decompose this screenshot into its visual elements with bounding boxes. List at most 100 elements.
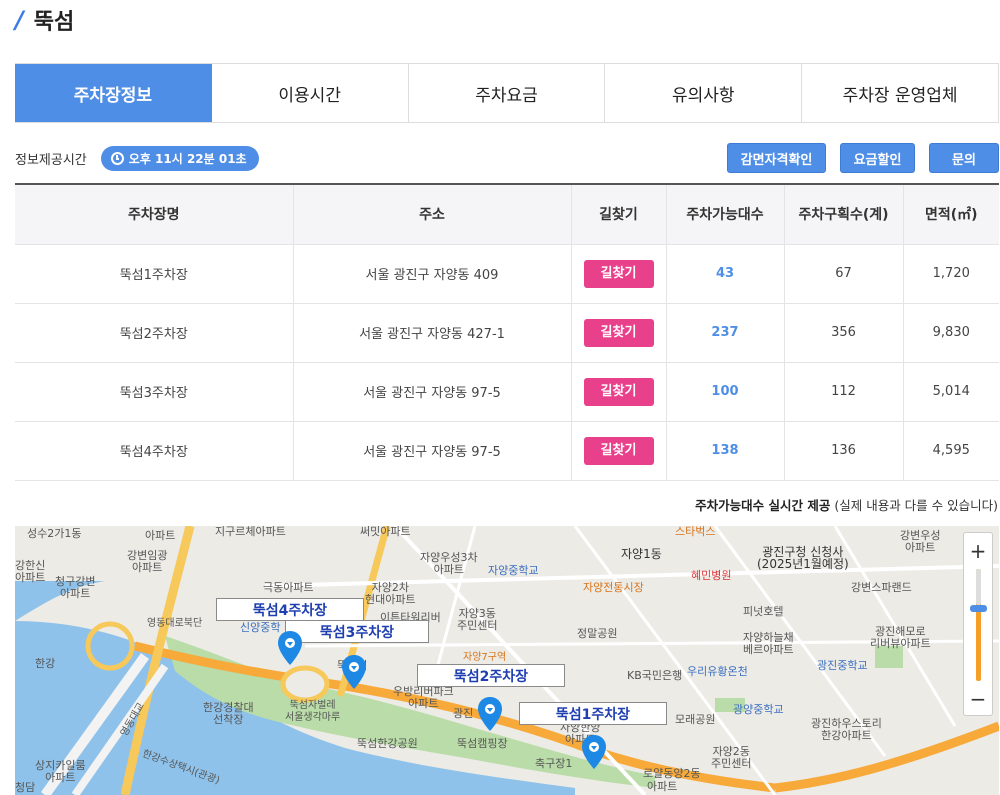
cell-spaces: 67 xyxy=(784,244,904,304)
map-label: 스타벅스 xyxy=(675,526,716,538)
header-name: 주차장명 xyxy=(15,184,294,245)
cell-directions: 길찾기 xyxy=(571,362,667,422)
map-label: 아파트 xyxy=(647,780,678,793)
tab-operator[interactable]: 주차장 운영업체 xyxy=(802,64,999,122)
header-area: 면적(㎡) xyxy=(903,184,999,245)
map-label: 광진하우스토리 한강아파트 xyxy=(811,717,882,742)
map-label: 정말공원 xyxy=(577,627,618,640)
map-label: 자양중학교 xyxy=(488,564,539,577)
cell-address: 서울 광진구 자양동 427-1 xyxy=(293,303,572,363)
cell-spaces: 356 xyxy=(784,303,904,363)
parking4-pin-icon[interactable] xyxy=(277,630,303,666)
map-label: 자양2차 현대아파트 xyxy=(365,581,416,606)
map-label: 영동대로북단 xyxy=(147,618,203,629)
parking3-callout[interactable]: 뚝섬3주차장 xyxy=(285,620,429,643)
map-label: 강한신 아파트 xyxy=(15,559,46,584)
zoom-track-upper xyxy=(976,569,981,605)
action-buttons: 감면자격확인 요금할인 문의 xyxy=(727,143,999,173)
map-label: 혜민병원 xyxy=(691,569,732,582)
zoom-control: + − xyxy=(963,532,993,716)
map-label: 로얄동양2동 xyxy=(643,767,701,780)
tab-parking-info[interactable]: 주차장정보 xyxy=(15,64,212,122)
title-slash-icon: / xyxy=(15,6,24,34)
cell-available: 100 xyxy=(666,362,785,422)
map-label: 뚝섬캠핑장 xyxy=(457,737,508,750)
cell-area: 4,595 xyxy=(903,421,999,481)
map-label: 뚝섬한강공원 xyxy=(357,737,418,750)
parking1-pin-icon[interactable] xyxy=(581,734,607,770)
map-label: 뚝섬자벌레 서울생각마루 xyxy=(285,700,341,723)
parking2-callout[interactable]: 뚝섬2주차장 xyxy=(417,664,565,687)
map-label: 강변임광 아파트 xyxy=(127,549,168,574)
table-row: 뚝섬4주차장 서울 광진구 자양동 97-5 길찾기 138 136 4,595 xyxy=(15,421,999,481)
page-header: / 뚝섬 xyxy=(15,4,74,36)
cell-area: 5,014 xyxy=(903,362,999,422)
cell-area: 9,830 xyxy=(903,303,999,363)
map-label: 한강경찰대 선착장 xyxy=(203,701,254,726)
zoom-in-button[interactable]: + xyxy=(964,537,992,565)
tab-fees[interactable]: 주차요금 xyxy=(408,64,606,122)
fee-discount-button[interactable]: 요금할인 xyxy=(840,143,915,173)
directions-button[interactable]: 길찾기 xyxy=(583,259,654,288)
map-label: 아파트 xyxy=(145,529,176,542)
map-label: 자양2동 주민센터 xyxy=(711,745,752,770)
directions-button[interactable]: 길찾기 xyxy=(583,436,654,465)
cell-name: 뚝섬1주차장 xyxy=(15,244,294,304)
realtime-note-rest: (실제 내용과 다를 수 있습니다) xyxy=(830,498,998,513)
header-directions: 길찾기 xyxy=(571,184,667,245)
cell-address: 서울 광진구 자양동 97-5 xyxy=(293,421,572,481)
map-label: 자양7구역 xyxy=(463,652,507,663)
cell-name: 뚝섬4주차장 xyxy=(15,421,294,481)
realtime-note-bold: 주차가능대수 실시간 제공 xyxy=(695,498,831,513)
parking3-pin-icon[interactable] xyxy=(341,654,367,690)
map-view[interactable]: 성수2가1동 강변임광 아파트 강한신 아파트 청구강변 아파트 극동아파트 자… xyxy=(15,526,999,795)
map-label: 자양1동 xyxy=(621,547,662,561)
map-label: 강변스파랜드 xyxy=(851,581,912,594)
header-spaces: 주차구획수(계) xyxy=(784,184,904,245)
cell-directions: 길찾기 xyxy=(571,303,667,363)
parking4-callout[interactable]: 뚝섬4주차장 xyxy=(216,598,364,621)
directions-button[interactable]: 길찾기 xyxy=(583,318,654,347)
table-row: 뚝섬3주차장 서울 광진구 자양동 97-5 길찾기 100 112 5,014 xyxy=(15,362,999,422)
eligibility-check-button[interactable]: 감면자격확인 xyxy=(727,143,826,173)
map-label: 축구장1 xyxy=(535,757,573,770)
info-time-value: 오후 11시 22분 01초 xyxy=(128,151,247,166)
parking-table: 주차장명 주소 길찾기 주차가능대수 주차구획수(계) 면적(㎡) 뚝섬1주차장… xyxy=(15,183,999,481)
cell-available: 237 xyxy=(666,303,785,363)
cell-directions: 길찾기 xyxy=(571,421,667,481)
parking2-pin-icon[interactable] xyxy=(477,696,503,732)
map-label: 모래공원 xyxy=(675,713,716,726)
page-title: 뚝섬 xyxy=(33,10,75,35)
zoom-slider-handle[interactable] xyxy=(970,605,987,612)
map-label: 써밋아파트 xyxy=(360,526,411,538)
clock-icon xyxy=(110,151,124,165)
table-row: 뚝섬1주차장 서울 광진구 자양동 409 길찾기 43 67 1,720 xyxy=(15,244,999,304)
cell-name: 뚝섬3주차장 xyxy=(15,362,294,422)
tab-hours[interactable]: 이용시간 xyxy=(211,64,409,122)
map-label: 광진중학교 xyxy=(817,659,868,672)
table-row: 뚝섬2주차장 서울 광진구 자양동 427-1 길찾기 237 356 9,83… xyxy=(15,303,999,363)
cell-address: 서울 광진구 자양동 409 xyxy=(293,244,572,304)
map-label: 청담 xyxy=(15,781,36,794)
tab-notices[interactable]: 유의사항 xyxy=(605,64,803,122)
cell-address: 서울 광진구 자양동 97-5 xyxy=(293,362,572,422)
map-label: 우리유황온천 xyxy=(687,665,748,678)
directions-button[interactable]: 길찾기 xyxy=(583,377,654,406)
zoom-out-button[interactable]: − xyxy=(964,685,992,713)
map-label: 우방리버파크 아파트 xyxy=(393,685,454,710)
header-available: 주차가능대수 xyxy=(666,184,785,245)
tab-bar: 주차장정보 이용시간 주차요금 유의사항 주차장 운영업체 xyxy=(15,63,999,123)
cell-directions: 길찾기 xyxy=(571,244,667,304)
cell-spaces: 112 xyxy=(784,362,904,422)
map-label: 한강 xyxy=(35,657,56,670)
inquiry-button[interactable]: 문의 xyxy=(929,143,999,173)
info-time-label: 정보제공시간 xyxy=(15,152,87,168)
parking1-callout[interactable]: 뚝섬1주차장 xyxy=(519,702,667,725)
map-label: 자양하늘채 베르아파트 xyxy=(743,631,794,656)
map-label: 자양우성3차 아파트 xyxy=(420,551,478,576)
map-label: 청구강변 아파트 xyxy=(55,575,96,600)
map-label: 광진구청 신청사 (2025년1월예정) xyxy=(757,545,849,571)
map-label: 지구르체아파트 xyxy=(215,526,286,538)
map-label: 광진 xyxy=(453,707,474,720)
map-label: 광진해모로 리버뷰아파트 xyxy=(870,625,931,650)
